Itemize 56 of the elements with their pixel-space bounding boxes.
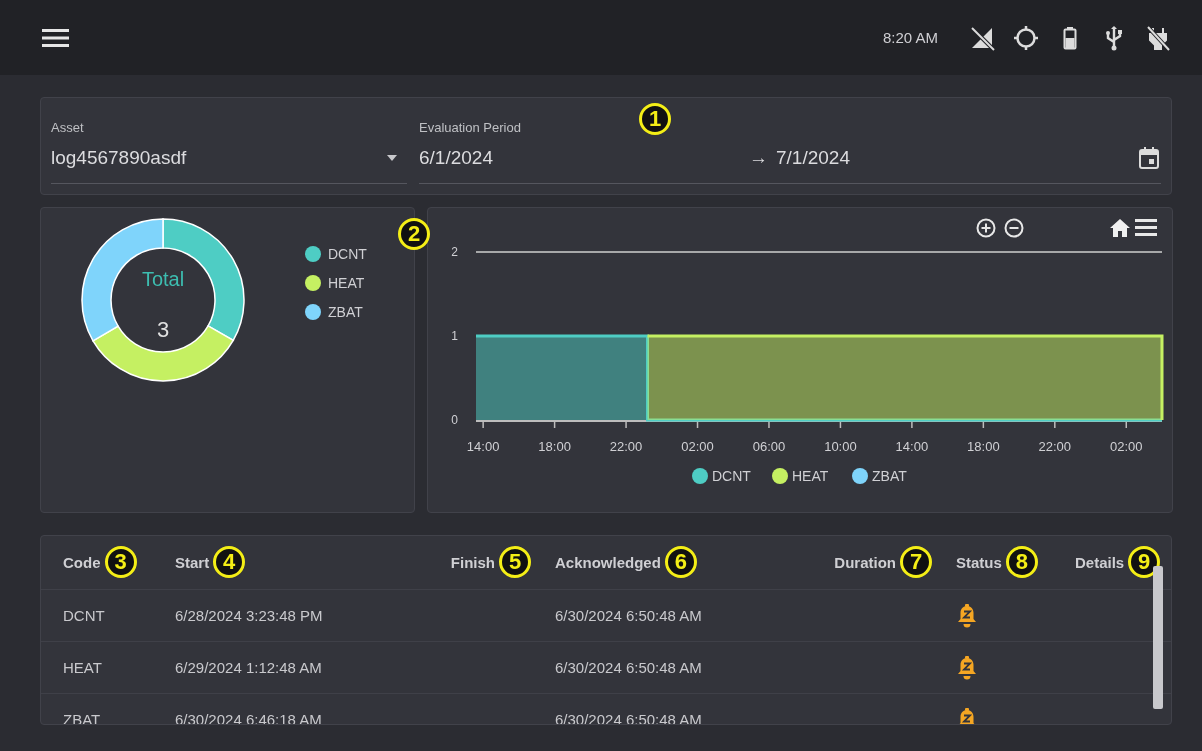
axis-tick-label: 14:00 [895,439,929,454]
axis-tick-label: 22:00 [609,439,643,454]
center-value: 3 [156,317,170,342]
table-cell-text: 6/28/2024 3:23:48 PM [175,607,324,624]
legend-label: DCNT [328,246,367,262]
legend-label: DCNT [712,468,751,484]
home-icon[interactable] [1110,219,1130,237]
start-date: 6/1/2024 [419,147,494,169]
axis-tick-label: 0 [451,413,458,427]
menu-icon[interactable] [1135,219,1157,236]
callout-marker: 8 [1005,546,1038,578]
axis-tick-label: 02:00 [1110,439,1143,454]
axis-tick-label: 1 [451,329,458,343]
table-cell-text: 6/30/2024 6:50:48 AM [554,607,703,624]
clock-time: 8:20 AM [882,29,938,46]
axis-tick-label: 10:00 [824,439,857,454]
asset-dropdown[interactable]: Asset log4567890asdf [51,120,407,184]
callout-marker: 3 [104,546,137,578]
field-label: Evaluation Period [419,120,522,135]
menu-icon[interactable] [42,27,69,48]
callout-marker: 7 [900,546,932,578]
end-date: 7/1/2024 [776,147,851,169]
table-cell-text: 6/30/2024 6:50:48 AM [554,659,703,676]
legend-label: ZBAT [328,304,363,320]
table-cell-text: 6/29/2024 1:12:48 AM [175,659,323,676]
callout-marker: 2 [398,218,430,250]
unplugged-icon [1144,23,1172,52]
zoom-in-icon[interactable] [976,218,996,238]
snoozed-bell-icon [956,655,978,680]
axis-tick-label: 02:00 [681,439,714,454]
axis-tick-label: 14:00 [466,439,500,454]
axis-tick-label: 18:00 [538,439,571,454]
axis-tick-label: 22:00 [1038,439,1072,454]
callout-marker: 1 [639,103,671,135]
table-cell-text: HEAT [63,659,103,676]
legend-label: ZBAT [872,468,907,484]
table-cell-text: DCNT [63,607,106,624]
crosshair-icon [1012,23,1040,52]
field-label: Asset [51,120,85,135]
zoom-out-icon[interactable] [1004,218,1024,238]
callout-marker: 4 [213,546,246,578]
axis-tick-label: 18:00 [967,439,1000,454]
callout-marker: 5 [499,546,531,578]
center-label: Total [141,268,185,290]
legend-label: HEAT [328,275,365,291]
callout-marker: 9 [1128,546,1161,578]
snoozed-bell-icon [956,603,978,628]
calendar-icon[interactable] [1139,147,1159,169]
dropdown-caret-icon [387,155,397,161]
callout-marker: 6 [664,546,697,578]
axis-tick-label: 2 [451,245,458,259]
scrollbar[interactable] [1153,566,1163,709]
axis-tick-label: 06:00 [752,439,786,454]
field-value: log4567890asdf [51,147,188,169]
arrow-glyph: → [749,147,768,169]
legend-label: HEAT [792,468,829,484]
